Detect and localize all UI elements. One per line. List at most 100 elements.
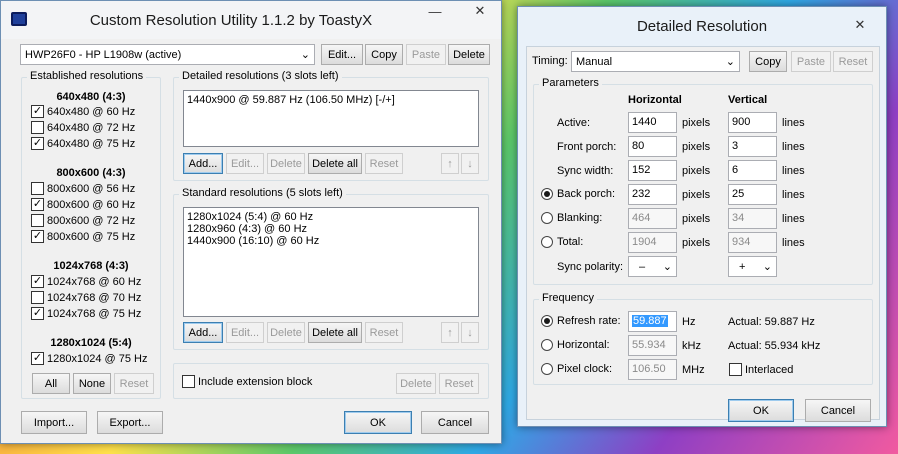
import-button[interactable]: Import... [21,411,87,434]
checkbox-label: 1280x1024 @ 75 Hz [47,352,148,365]
detailed-list[interactable]: 1440x900 @ 59.887 Hz (106.50 MHz) [-/+] [183,90,479,147]
standard-edit-button[interactable]: Edit... [226,322,264,343]
standard-move-up-icon[interactable]: ↑ [441,322,459,343]
unit-label: pixels [682,189,711,201]
interlaced-checkbox[interactable]: Interlaced [729,363,793,376]
detailed-add-button[interactable]: Add... [183,153,223,174]
unit-label: pixels [682,141,711,153]
refresh-rate-input[interactable]: 59.887 [628,311,677,332]
standard-add-button[interactable]: Add... [183,322,223,343]
h-polarity-value: – [639,260,646,273]
horizontal-freq-input[interactable]: 55.934 [628,335,677,356]
refresh-rate-radio[interactable]: Refresh rate: [541,315,621,327]
monitor-copy-button[interactable]: Copy [365,44,403,65]
detailed-delete-all-button[interactable]: Delete all [308,153,362,174]
extension-reset-button[interactable]: Reset [439,373,479,394]
include-extension-checkbox[interactable]: Include extension block [182,375,312,388]
checkbox-800x600-72[interactable]: 800x600 @ 72 Hz [31,214,135,227]
dr-copy-button[interactable]: Copy [749,51,787,72]
radio-circle [541,212,553,224]
checkbox-800x600-56[interactable]: 800x600 @ 56 Hz [31,182,135,195]
active-v-input[interactable]: 900 [728,112,777,133]
sync-width-v-input[interactable]: 6 [728,160,777,181]
back-porch-v-input[interactable]: 25 [728,184,777,205]
dr-reset-button[interactable]: Reset [833,51,873,72]
back-porch-radio[interactable]: Back porch: [541,188,615,200]
extension-delete-button[interactable]: Delete [396,373,436,394]
dr-paste-button[interactable]: Paste [791,51,831,72]
checkbox-640x480-60[interactable]: ✓ 640x480 @ 60 Hz [31,105,135,118]
dr-cancel-button[interactable]: Cancel [805,399,871,422]
standard-delete-button[interactable]: Delete [267,322,305,343]
ok-button[interactable]: OK [344,411,412,434]
sync-width-h-input[interactable]: 152 [628,160,677,181]
checkbox-label: 800x600 @ 75 Hz [47,230,136,243]
list-item[interactable]: 1280x1024 (5:4) @ 60 Hz [187,211,475,223]
checkbox-box [31,214,44,227]
unit-label: lines [782,141,805,153]
established-none-button[interactable]: None [73,373,111,394]
checkbox-800x600-60[interactable]: ✓ 800x600 @ 60 Hz [31,198,135,211]
monitor-edit-button[interactable]: Edit... [321,44,363,65]
monitor-select[interactable]: HWP26F0 - HP L1908w (active) ⌄ [20,44,315,65]
cancel-button[interactable]: Cancel [421,411,489,434]
dr-titlebar[interactable]: Detailed Resolution [518,7,886,45]
standard-move-down-icon[interactable]: ↓ [461,322,479,343]
checkbox-1024x768-60[interactable]: ✓ 1024x768 @ 60 Hz [31,275,141,288]
list-item[interactable]: 1440x900 (16:10) @ 60 Hz [187,235,475,247]
v-polarity-value: + [739,260,746,273]
blanking-h-input[interactable]: 464 [628,208,677,229]
established-reset-button[interactable]: Reset [114,373,154,394]
checkbox-800x600-75[interactable]: ✓ 800x600 @ 75 Hz [31,230,135,243]
pixel-clock-radio[interactable]: Pixel clock: [541,363,612,375]
radio-label: Refresh rate: [557,315,621,327]
checkbox-1280x1024-75[interactable]: ✓ 1280x1024 @ 75 Hz [31,352,147,365]
checkbox-label: 800x600 @ 72 Hz [47,214,136,227]
detailed-move-down-icon[interactable]: ↓ [461,153,479,174]
timing-label: Timing: [532,55,568,67]
export-button[interactable]: Export... [97,411,163,434]
list-item[interactable]: 1280x960 (4:3) @ 60 Hz [187,223,475,235]
sync-width-label: Sync width: [557,165,614,177]
monitor-paste-button[interactable]: Paste [406,44,446,65]
dr-ok-button[interactable]: OK [728,399,794,422]
front-porch-h-input[interactable]: 80 [628,136,677,157]
back-porch-h-input[interactable]: 232 [628,184,677,205]
front-porch-v-input[interactable]: 3 [728,136,777,157]
standard-list[interactable]: 1280x1024 (5:4) @ 60 Hz 1280x960 (4:3) @… [183,207,479,317]
checkbox-box [31,291,44,304]
checkbox-1024x768-70[interactable]: 1024x768 @ 70 Hz [31,291,141,304]
list-item[interactable]: 1440x900 @ 59.887 Hz (106.50 MHz) [-/+] [187,94,475,106]
dr-close-icon[interactable]: ✕ [840,15,880,35]
blanking-v-input[interactable]: 34 [728,208,777,229]
horizontal-freq-radio[interactable]: Horizontal: [541,339,610,351]
pixel-clock-input[interactable]: 106.50 [628,359,677,380]
timing-select[interactable]: Manual ⌄ [571,51,740,72]
checkbox-640x480-72[interactable]: 640x480 @ 72 Hz [31,121,135,134]
minimize-icon[interactable]: — [412,1,458,21]
blanking-radio[interactable]: Blanking: [541,212,602,224]
parameters-group: Parameters [533,77,873,285]
standard-delete-all-button[interactable]: Delete all [308,322,362,343]
v-polarity-select[interactable]: + ⌄ [728,256,777,277]
monitor-delete-button[interactable]: Delete [448,44,490,65]
total-v-input[interactable]: 934 [728,232,777,253]
detailed-delete-button[interactable]: Delete [267,153,305,174]
standard-reset-button[interactable]: Reset [365,322,403,343]
checkbox-640x480-75[interactable]: ✓ 640x480 @ 75 Hz [31,137,135,150]
detailed-resolution-window: Detailed Resolution ✕ Timing: Manual ⌄ C… [517,6,887,427]
detailed-reset-button[interactable]: Reset [365,153,403,174]
unit-label: Hz [682,316,696,328]
checkbox-1024x768-75[interactable]: ✓ 1024x768 @ 75 Hz [31,307,141,320]
total-h-input[interactable]: 1904 [628,232,677,253]
detailed-edit-button[interactable]: Edit... [226,153,264,174]
parameters-label: Parameters [539,77,602,89]
checkbox-label: Include extension block [198,375,313,388]
established-all-button[interactable]: All [32,373,70,394]
detailed-move-up-icon[interactable]: ↑ [441,153,459,174]
total-radio[interactable]: Total: [541,236,583,248]
standard-label: Standard resolutions (5 slots left) [179,187,346,199]
active-h-input[interactable]: 1440 [628,112,677,133]
h-polarity-select[interactable]: – ⌄ [628,256,677,277]
close-icon[interactable]: ✕ [457,1,503,21]
